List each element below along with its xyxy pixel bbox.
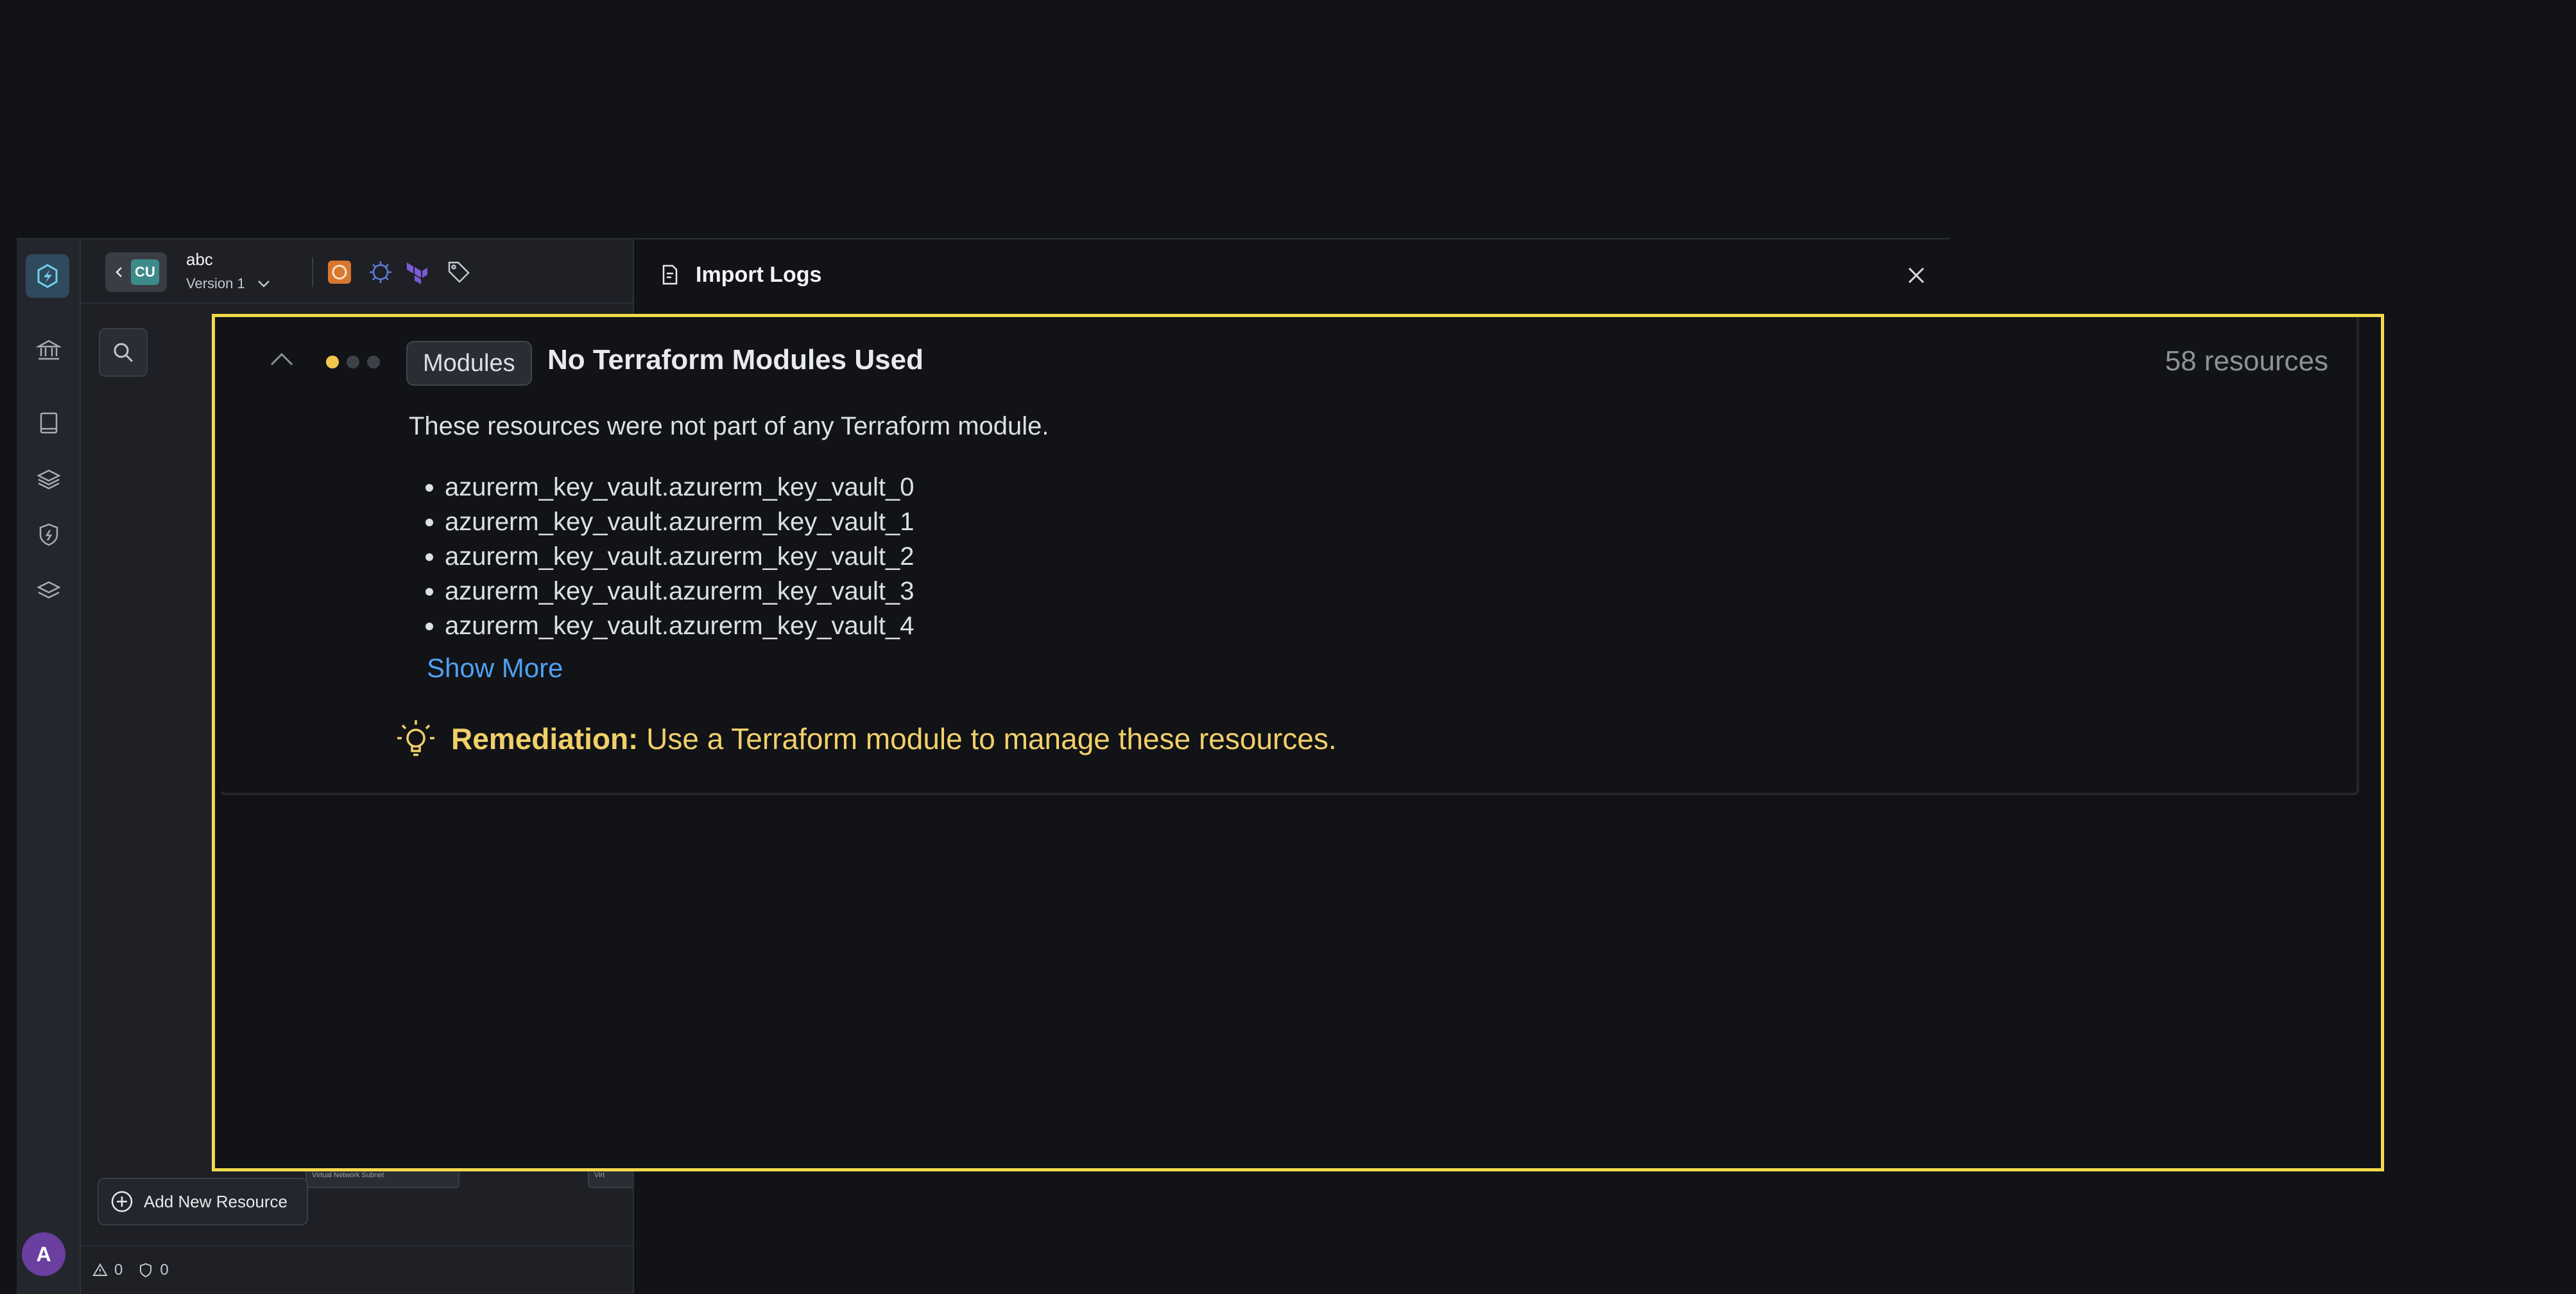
chevron-up-icon bbox=[270, 352, 293, 366]
plus-circle-icon bbox=[111, 1191, 133, 1212]
toolbar-divider bbox=[312, 257, 313, 287]
highlighted-log-section: Modules No Terraform Modules Used 58 res… bbox=[212, 314, 2384, 1171]
avatar-initial: A bbox=[36, 1242, 51, 1266]
severity-dots bbox=[326, 356, 380, 368]
remediation-label: Remediation: bbox=[451, 722, 639, 755]
aws-icon[interactable] bbox=[326, 259, 353, 286]
search-button[interactable] bbox=[99, 328, 148, 377]
chevron-down-icon bbox=[257, 280, 270, 288]
back-button[interactable]: CU bbox=[105, 252, 167, 292]
list-item: azurerm_key_vault.azurerm_key_vault_0 bbox=[425, 470, 914, 505]
helm-icon[interactable] bbox=[367, 259, 394, 286]
version-label: Version 1 bbox=[186, 275, 245, 291]
lightbulb-icon bbox=[397, 720, 434, 756]
remediation: Remediation: Use a Terraform module to m… bbox=[393, 716, 1337, 761]
bank-icon[interactable] bbox=[33, 334, 64, 365]
terraform-icon[interactable] bbox=[403, 259, 430, 286]
shield-small-icon bbox=[140, 1263, 152, 1278]
add-new-resource-label: Add New Resource bbox=[144, 1191, 288, 1211]
list-item: azurerm_key_vault.azurerm_key_vault_2 bbox=[425, 539, 914, 574]
app-logo-icon[interactable] bbox=[26, 254, 69, 298]
book-icon[interactable] bbox=[33, 408, 64, 438]
list-item: azurerm_key_vault.azurerm_key_vault_1 bbox=[425, 505, 914, 539]
left-rail: A bbox=[17, 239, 81, 1294]
list-item: azurerm_key_vault.azurerm_key_vault_4 bbox=[425, 608, 914, 643]
layers-icon[interactable] bbox=[33, 464, 64, 495]
warning-icon bbox=[92, 1263, 108, 1276]
warnings-count: 0 bbox=[114, 1261, 123, 1279]
severity-dot bbox=[326, 356, 339, 368]
close-icon bbox=[1908, 267, 1925, 284]
log-section-modules: Modules No Terraform Modules Used 58 res… bbox=[220, 317, 2359, 795]
security-count: 0 bbox=[160, 1261, 169, 1279]
project-name: abc bbox=[186, 250, 213, 269]
project-badge: CU bbox=[131, 259, 159, 285]
node-subtitle: Virtual Network Subnet bbox=[312, 1171, 384, 1179]
section-title: No Terraform Modules Used bbox=[547, 344, 923, 375]
chevron-left-icon bbox=[116, 267, 122, 277]
add-new-resource-button[interactable]: Add New Resource bbox=[98, 1178, 308, 1225]
import-logs-title: Import Logs bbox=[696, 262, 822, 287]
close-button[interactable] bbox=[1903, 263, 1929, 288]
resource-list: azurerm_key_vault.azurerm_key_vault_0 az… bbox=[425, 470, 914, 643]
avatar[interactable]: A bbox=[22, 1232, 65, 1276]
category-badge: Modules bbox=[406, 341, 532, 386]
node-subtitle: Virt bbox=[594, 1171, 605, 1179]
version-selector[interactable]: Version 1 bbox=[186, 275, 271, 292]
warnings-status[interactable]: 0 bbox=[92, 1261, 123, 1279]
severity-dot bbox=[367, 356, 380, 368]
tag-icon[interactable] bbox=[445, 259, 472, 286]
stack-icon[interactable] bbox=[33, 576, 64, 607]
screen: A CU abc Version 1 Virtual Network Subne… bbox=[0, 0, 2576, 1294]
collapse-toggle[interactable] bbox=[266, 347, 297, 372]
search-icon bbox=[114, 343, 133, 363]
import-logs-header: Import Logs bbox=[634, 239, 1950, 310]
shield-icon[interactable] bbox=[33, 519, 64, 550]
top-toolbar: CU abc Version 1 bbox=[81, 239, 633, 304]
security-status[interactable]: 0 bbox=[138, 1261, 169, 1279]
section-description: These resources were not part of any Ter… bbox=[409, 412, 1049, 440]
file-log-icon bbox=[662, 264, 678, 285]
show-more-link[interactable]: Show More bbox=[427, 653, 563, 684]
resource-count: 58 resources bbox=[2165, 345, 2328, 377]
status-bar: 0 0 bbox=[81, 1245, 633, 1294]
remediation-text: Use a Terraform module to manage these r… bbox=[646, 722, 1337, 755]
list-item: azurerm_key_vault.azurerm_key_vault_3 bbox=[425, 574, 914, 608]
severity-dot bbox=[347, 356, 359, 368]
